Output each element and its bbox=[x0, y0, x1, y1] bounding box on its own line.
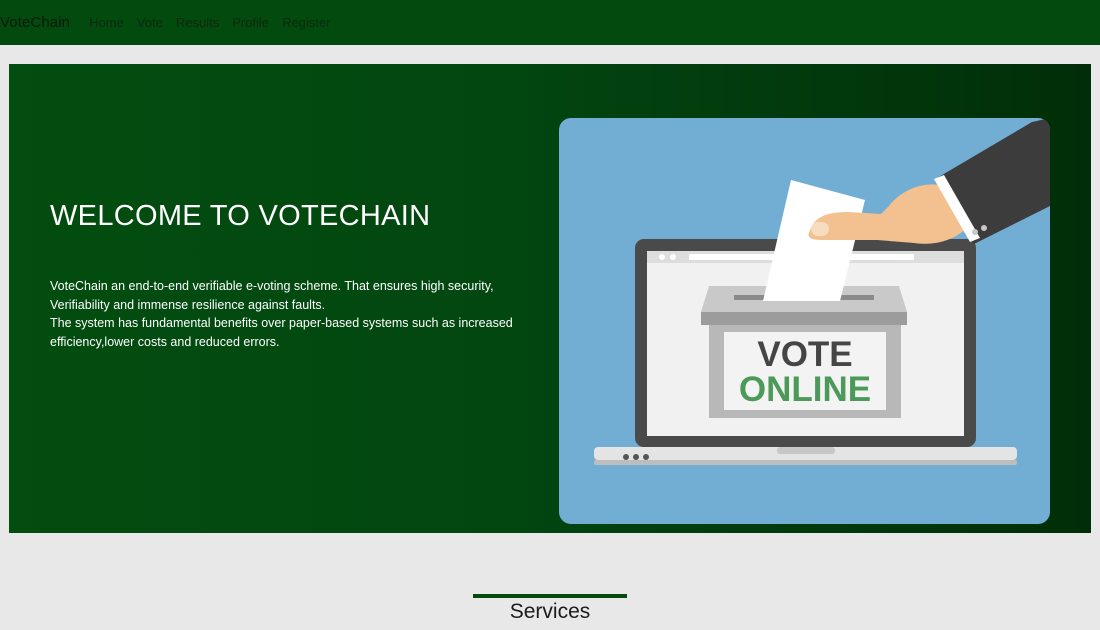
hero-paragraph: efficiency,lower costs and reduced error… bbox=[50, 334, 280, 349]
nav-link-results[interactable]: Results bbox=[176, 15, 219, 30]
brand-link[interactable]: VoteChain bbox=[0, 14, 70, 31]
nav-link-home[interactable]: Home bbox=[89, 15, 124, 30]
nav-links: Home Vote Results Profile Register bbox=[89, 15, 343, 30]
laptop-base-edge bbox=[594, 460, 1017, 465]
vote-online-illustration-svg: VOTE ONLINE bbox=[594, 118, 1050, 465]
nav-link-vote[interactable]: Vote bbox=[137, 15, 163, 30]
online-text: ONLINE bbox=[739, 370, 871, 409]
laptop-notch bbox=[777, 447, 835, 454]
hero-paragraph: Verifiability and immense resilience aga… bbox=[50, 297, 326, 312]
navbar: VoteChain Home Vote Results Profile Regi… bbox=[0, 0, 1100, 45]
laptop-dot bbox=[643, 454, 649, 460]
hero-paragraph: The system has fundamental benefits over… bbox=[50, 316, 513, 330]
browser-dot bbox=[670, 254, 676, 260]
hero-title: WELCOME TO VOTECHAIN bbox=[50, 200, 431, 232]
hero-section: WELCOME TO VOTECHAIN VoteChain an end-to… bbox=[9, 64, 1091, 533]
laptop-dot bbox=[633, 454, 639, 460]
vote-online-illustration: VOTE ONLINE bbox=[559, 118, 1050, 524]
cufflink bbox=[972, 229, 978, 235]
services-accent-bar bbox=[473, 594, 627, 598]
nav-link-profile[interactable]: Profile bbox=[232, 15, 269, 30]
vote-text: VOTE bbox=[757, 335, 852, 374]
services-title: Services bbox=[509, 600, 591, 623]
browser-dot bbox=[659, 254, 665, 260]
hero-paragraph: VoteChain an end-to-end verifiable e-vot… bbox=[50, 279, 494, 293]
cufflink bbox=[981, 225, 987, 231]
nav-link-register[interactable]: Register bbox=[282, 15, 330, 30]
thumbnail bbox=[811, 222, 829, 236]
laptop-dot bbox=[623, 454, 629, 460]
ballot-box-lid bbox=[701, 312, 907, 325]
hero-description: VoteChain an end-to-end verifiable e-vot… bbox=[50, 277, 530, 351]
